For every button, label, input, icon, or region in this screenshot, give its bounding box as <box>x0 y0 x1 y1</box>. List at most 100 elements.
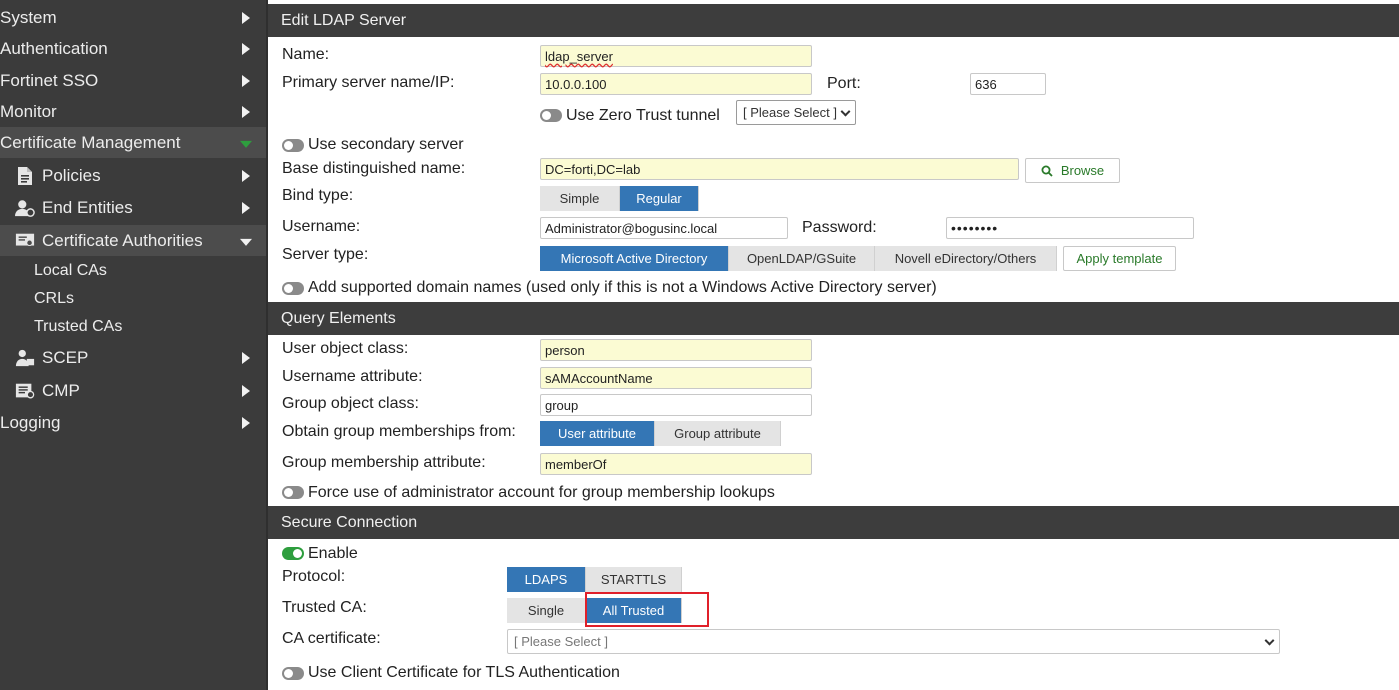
name-label: Name: <box>282 46 330 63</box>
protocol-starttls[interactable]: STARTTLS <box>586 567 682 592</box>
server-type-novell[interactable]: Novell eDirectory/Others <box>875 246 1057 271</box>
sidebar-item-policies[interactable]: Policies <box>0 160 266 191</box>
sidebar-item-certificate-authorities[interactable]: Certificate Authorities <box>0 225 266 256</box>
section-header-secure-connection: Secure Connection <box>268 506 1399 539</box>
protocol-label: Protocol: <box>282 568 346 585</box>
group-membership-attribute-label: Group membership attribute: <box>282 454 486 471</box>
user-cert-icon <box>15 198 35 218</box>
password-field[interactable]: •••••••• <box>946 217 1194 239</box>
group-object-class-field[interactable]: group <box>540 394 812 416</box>
obtain-memberships-label: Obtain group memberships from: <box>282 423 516 440</box>
chevron-right-icon <box>242 105 250 118</box>
domain-names-toggle[interactable] <box>282 282 304 295</box>
sidebar-item-system[interactable]: System <box>0 2 266 33</box>
base-dn-label: Base distinguished name: <box>282 160 466 177</box>
document-icon <box>15 166 35 186</box>
sidebar-item-trusted-cas[interactable]: Trusted CAs <box>0 311 266 342</box>
base-dn-field[interactable]: DC=forti,DC=lab <box>540 158 1019 180</box>
sidebar: System Authentication Fortinet SSO Monit… <box>0 0 266 690</box>
ca-certificate-value: [ Please Select ] <box>514 634 608 649</box>
sidebar-item-label: Authentication <box>0 38 108 58</box>
sidebar-item-label: Certificate Authorities <box>42 230 203 250</box>
domain-names-label: Add supported domain names (used only if… <box>308 279 937 296</box>
chevron-right-icon <box>242 384 250 397</box>
sidebar-item-end-entities[interactable]: End Entities <box>0 192 266 223</box>
sidebar-item-label: Logging <box>0 412 61 432</box>
bind-type-label: Bind type: <box>282 187 354 204</box>
user-object-class-field[interactable]: person <box>540 339 812 361</box>
sidebar-item-label: SCEP <box>42 347 89 367</box>
chevron-right-icon <box>242 74 250 87</box>
sidebar-item-label: Local CAs <box>34 261 107 279</box>
sidebar-item-label: End Entities <box>42 197 133 217</box>
chevron-down-icon <box>240 140 252 148</box>
secondary-server-toggle[interactable] <box>282 139 304 152</box>
edit-ldap-panel: Edit LDAP Server Name: ldap_server Prima… <box>268 0 1399 690</box>
sidebar-item-logging[interactable]: Logging <box>0 407 266 438</box>
chevron-right-icon <box>242 169 250 182</box>
zero-trust-select-value: [ Please Select ] <box>743 105 837 120</box>
sidebar-item-local-cas[interactable]: Local CAs <box>0 255 266 286</box>
server-type-selector: Microsoft Active Directory OpenLDAP/GSui… <box>540 246 1057 271</box>
ca-certificate-select[interactable]: [ Please Select ] <box>507 629 1280 654</box>
name-field[interactable]: ldap_server <box>540 45 812 67</box>
sidebar-item-scep[interactable]: SCEP <box>0 342 266 373</box>
zero-trust-select[interactable]: [ Please Select ] <box>736 100 856 125</box>
browse-button[interactable]: Browse <box>1025 158 1120 183</box>
server-type-openldap[interactable]: OpenLDAP/GSuite <box>729 246 875 271</box>
apply-template-button[interactable]: Apply template <box>1063 246 1176 271</box>
chevron-right-icon <box>242 416 250 429</box>
secure-enable-toggle[interactable] <box>282 547 304 560</box>
group-membership-attribute-field[interactable]: memberOf <box>540 453 812 475</box>
sidebar-item-monitor[interactable]: Monitor <box>0 96 266 127</box>
username-field[interactable]: Administrator@bogusinc.local <box>540 217 788 239</box>
username-label: Username: <box>282 218 361 235</box>
password-label: Password: <box>802 219 877 236</box>
secondary-server-label: Use secondary server <box>308 136 464 153</box>
zero-trust-toggle[interactable] <box>540 109 562 122</box>
sidebar-item-label: Policies <box>42 165 101 185</box>
force-admin-label: Force use of administrator account for g… <box>308 484 775 501</box>
chevron-right-icon <box>242 42 250 55</box>
ca-certificate-label: CA certificate: <box>282 630 381 647</box>
force-admin-toggle[interactable] <box>282 486 304 499</box>
client-cert-toggle[interactable] <box>282 667 304 680</box>
obtain-user-attribute[interactable]: User attribute <box>540 421 655 446</box>
chevron-down-icon <box>240 238 252 246</box>
obtain-memberships-selector: User attribute Group attribute <box>540 421 781 446</box>
sidebar-item-certificate-management[interactable]: Certificate Management <box>0 127 266 158</box>
sidebar-item-cmp[interactable]: CMP <box>0 375 266 406</box>
trusted-ca-single[interactable]: Single <box>507 598 586 623</box>
browse-label: Browse <box>1060 163 1105 178</box>
bind-type-simple[interactable]: Simple <box>540 186 620 211</box>
sidebar-item-crls[interactable]: CRLs <box>0 283 266 314</box>
bind-type-regular[interactable]: Regular <box>620 186 699 211</box>
section-header-edit-ldap: Edit LDAP Server <box>268 4 1399 37</box>
search-icon <box>1041 165 1053 177</box>
sidebar-item-label: Certificate Management <box>0 132 181 152</box>
sidebar-item-fortinet-sso[interactable]: Fortinet SSO <box>0 65 266 96</box>
scep-icon <box>15 348 35 368</box>
chevron-right-icon <box>242 11 250 24</box>
obtain-group-attribute[interactable]: Group attribute <box>655 421 781 446</box>
port-field[interactable]: 636 <box>970 73 1046 95</box>
server-type-microsoft-ad[interactable]: Microsoft Active Directory <box>540 246 729 271</box>
certificate-icon <box>15 231 35 251</box>
highlight-annotation <box>585 592 709 627</box>
username-attribute-label: Username attribute: <box>282 368 423 385</box>
group-object-class-label: Group object class: <box>282 395 419 412</box>
username-attribute-field[interactable]: sAMAccountName <box>540 367 812 389</box>
sidebar-item-label: CRLs <box>34 289 75 307</box>
primary-server-field[interactable]: 10.0.0.100 <box>540 73 812 95</box>
name-value: ldap_server <box>545 48 613 64</box>
protocol-selector: LDAPS STARTTLS <box>507 567 682 592</box>
secure-enable-label: Enable <box>308 545 358 562</box>
zero-trust-label: Use Zero Trust tunnel <box>566 107 720 124</box>
primary-server-label: Primary server name/IP: <box>282 74 455 91</box>
chevron-right-icon <box>242 351 250 364</box>
protocol-ldaps[interactable]: LDAPS <box>507 567 586 592</box>
cmp-icon <box>15 381 35 401</box>
trusted-ca-label: Trusted CA: <box>282 599 367 616</box>
sidebar-item-label: Trusted CAs <box>34 317 123 335</box>
sidebar-item-authentication[interactable]: Authentication <box>0 33 266 64</box>
